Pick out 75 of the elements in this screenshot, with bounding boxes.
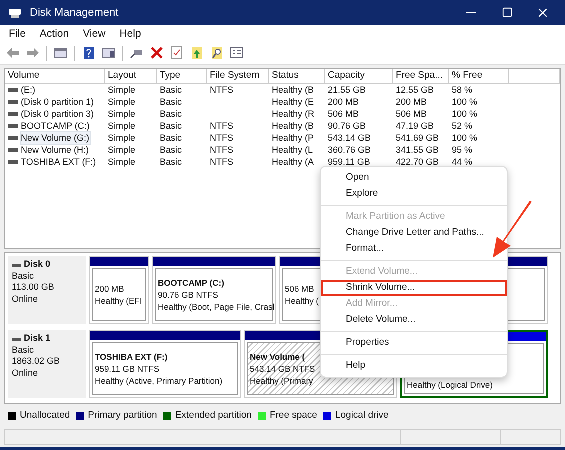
table-cell: 541.69 GB (396, 132, 440, 144)
disk-name: Disk 1 (24, 333, 51, 345)
partition-info: Healthy (Boot, Page File, Crasl (158, 300, 275, 313)
table-cell: Basic (160, 120, 182, 132)
table-cell: 959.11 GB (328, 156, 370, 168)
partition-info: Healthy ( (285, 294, 320, 307)
table-cell: Simple (108, 120, 136, 132)
table-cell: Basic (160, 108, 182, 120)
legend-label: Free space (270, 410, 318, 422)
table-cell: NTFS (210, 132, 234, 144)
table-cell: Basic (160, 84, 182, 96)
partition-info: Healthy (Logical Drive) (407, 379, 493, 392)
partition-title: New Volume ( (250, 350, 306, 363)
partition-info: 506 MB (285, 282, 314, 295)
table-cell: Healthy (B (272, 84, 314, 96)
table-cell: 90.76 GB (328, 120, 366, 132)
partition-info: 90.76 GB NTFS (158, 288, 218, 301)
table-cell: Simple (108, 132, 136, 144)
legend-label: Primary partition (88, 410, 158, 422)
partition-info: 200 MB (95, 282, 124, 295)
table-cell: NTFS (210, 156, 234, 168)
disk-type: Basic (12, 270, 36, 282)
legend-label: Logical drive (335, 410, 389, 422)
partition-title: BOOTCAMP (C:) (158, 276, 224, 289)
table-cell: NTFS (210, 120, 234, 132)
partition-info: Healthy (EFI (95, 294, 142, 307)
table-cell: Simple (108, 96, 136, 108)
table-cell: Simple (108, 144, 136, 156)
table-cell: Simple (108, 108, 136, 120)
table-cell: 52 % (452, 120, 473, 132)
partition-title: TOSHIBA EXT (F:) (95, 350, 168, 363)
legend-label: Extended partition (175, 410, 252, 422)
table-cell: Healthy (B (272, 120, 314, 132)
table-cell: 360.76 GB (328, 144, 372, 156)
partition-info: 543.14 GB NTFS (250, 362, 316, 375)
disk-size: 113.00 GB (12, 282, 56, 294)
disk-status: Online (12, 368, 40, 380)
table-cell: 12.55 GB (396, 84, 434, 96)
table-cell: Basic (160, 156, 182, 168)
table-cell: Healthy (A (272, 156, 314, 168)
partition-info: 959.11 GB NTFS (95, 362, 160, 375)
table-cell: 47.19 GB (396, 120, 434, 132)
table-cell: Healthy (P (272, 132, 314, 144)
table-cell: Healthy (E (272, 96, 314, 108)
table-cell: 100 % (452, 108, 478, 120)
table-cell: Basic (160, 132, 182, 144)
table-cell: 543.14 GB (328, 132, 372, 144)
disk-status: Online (12, 294, 40, 306)
table-cell: 200 MB (396, 96, 428, 108)
table-cell: NTFS (210, 84, 234, 96)
table-cell: 44 % (452, 156, 473, 168)
table-cell: 506 MB (396, 108, 428, 120)
table-cell: 100 % (452, 132, 478, 144)
disk-size: 1863.02 GB (12, 356, 62, 368)
table-cell: Healthy (R (272, 108, 315, 120)
disk-name: Disk 0 (24, 259, 51, 271)
table-cell: 100 % (452, 96, 478, 108)
table-cell: Simple (108, 156, 136, 168)
table-cell: 200 MB (328, 96, 360, 108)
table-cell: Basic (160, 96, 182, 108)
partition-info: Healthy (Active, Primary Partition) (95, 374, 223, 387)
table-cell: Basic (160, 144, 182, 156)
table-cell: 21.55 GB (328, 84, 366, 96)
table-cell: 58 % (452, 84, 473, 96)
table-cell: 422.70 GB (396, 156, 440, 168)
disk-type: Basic (12, 344, 36, 356)
table-cell: NTFS (210, 144, 234, 156)
legend-label: Unallocated (20, 410, 70, 422)
table-cell: 506 MB (328, 108, 360, 120)
table-cell: Healthy (L (272, 144, 314, 156)
partition-info: Healthy (Primary (250, 374, 314, 387)
table-cell: 95 % (452, 144, 473, 156)
window-title: Disk Management (30, 6, 120, 19)
table-cell: 341.55 GB (396, 144, 440, 156)
table-cell: Simple (108, 84, 136, 96)
